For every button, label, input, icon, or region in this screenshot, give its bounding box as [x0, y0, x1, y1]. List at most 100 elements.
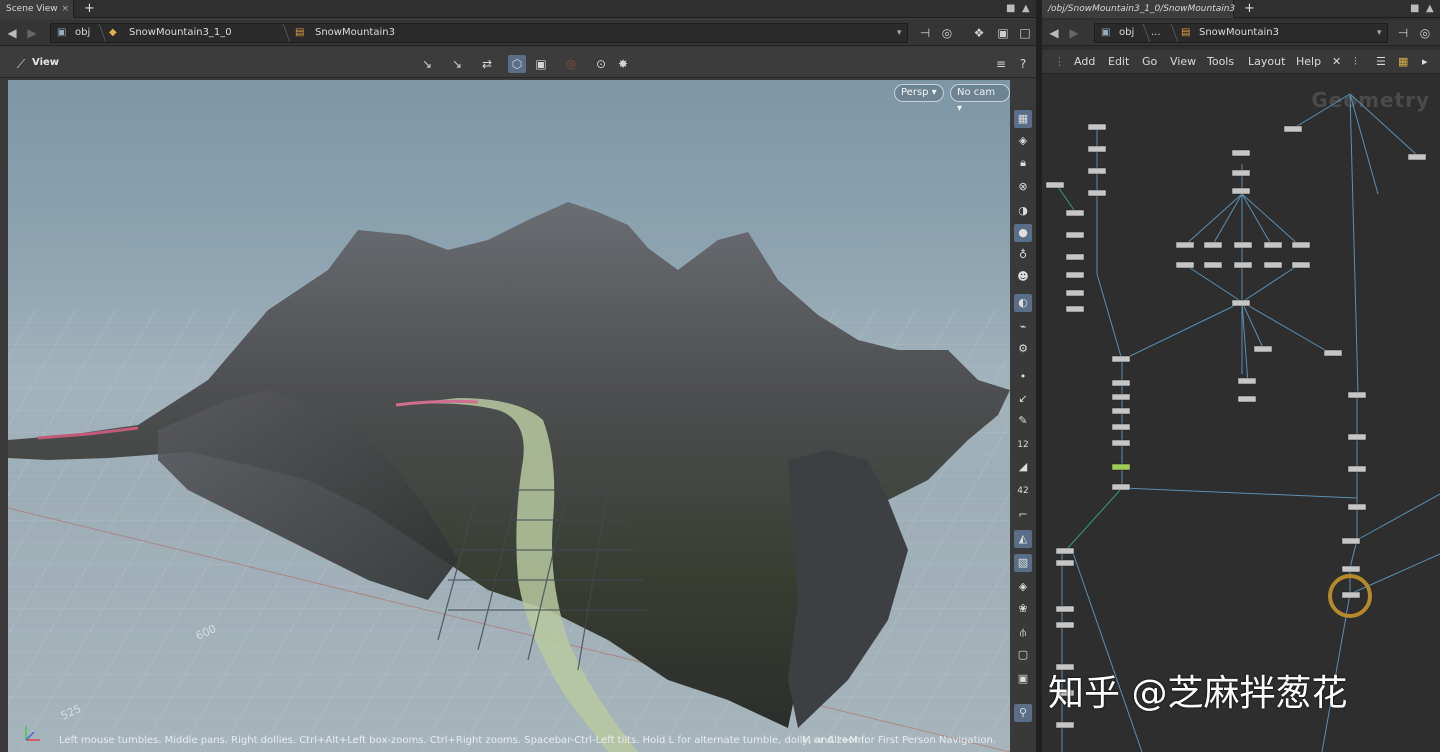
scene-view-tabbar: Scene View × + ■ ▲ [0, 0, 1036, 18]
chevron-down-icon[interactable]: ▾ [1377, 24, 1382, 42]
chevron-down-icon[interactable]: ▾ [897, 24, 902, 42]
camera-path-icon[interactable]: ⌁ [1014, 318, 1032, 336]
snap-icon[interactable]: ⬡ [508, 55, 526, 73]
new-tab-button[interactable]: + [84, 0, 95, 18]
menu-go[interactable]: Go [1142, 54, 1157, 70]
point-icon[interactable]: • [1014, 368, 1032, 386]
watermark: 知乎 @芝麻拌葱花 [1048, 673, 1348, 714]
brush-icon[interactable]: ✎ [1014, 412, 1032, 430]
link-icon[interactable]: ◎ [938, 24, 956, 42]
tree-icon[interactable]: ⫶ [1354, 54, 1357, 70]
wireframe-icon[interactable]: ▦ [1014, 110, 1032, 128]
transform-icon[interactable]: ⇄ [478, 55, 496, 73]
houdini-window: Scene View × + ■ ▲ ◀ ▶ ▣ obj ◆ SnowMount… [0, 0, 1440, 752]
tab-network[interactable]: /obj/SnowMountain3_1_0/SnowMountain3 × [1042, 0, 1235, 32]
menu-edit[interactable]: Edit [1108, 54, 1129, 70]
close-icon[interactable]: × [61, 0, 69, 18]
pin-icon[interactable]: ⊣ [1394, 24, 1412, 42]
crumb-separator [1161, 24, 1179, 42]
menu-tools[interactable]: Tools [1207, 54, 1234, 70]
scene-view-pane: Scene View × + ■ ▲ ◀ ▶ ▣ obj ◆ SnowMount… [0, 0, 1036, 752]
breadcrumb: ▣ obj ◆ SnowMountain3_1_0 ▤ SnowMountain… [50, 23, 908, 43]
crumb-obj[interactable]: obj [1119, 24, 1134, 42]
cubes-icon[interactable]: ❖ [970, 24, 988, 42]
drag-handle-icon[interactable]: ⋮ [1054, 54, 1065, 70]
primitive-icon[interactable]: ◢ [1014, 458, 1032, 476]
wrench-icon[interactable]: ✕ [1332, 54, 1341, 70]
tumble-icon[interactable]: ↘ [448, 55, 466, 73]
menu-add[interactable]: Add [1074, 54, 1095, 70]
view-menu-icon[interactable]: ⟋ [12, 55, 30, 73]
image-icon[interactable]: ▣ [1014, 670, 1032, 688]
network-editor[interactable]: Geometry [1042, 74, 1440, 752]
layer-icon[interactable]: ◈ [1014, 578, 1032, 596]
persp-dropdown[interactable]: Persp ▾ [894, 84, 944, 102]
cam-label: No cam [957, 87, 996, 98]
split-icon[interactable]: ⫛ [1014, 624, 1032, 642]
menu-view[interactable]: View [1170, 54, 1196, 70]
skull-icon[interactable]: ☻ [1014, 268, 1032, 286]
crumb-geo[interactable]: SnowMountain3 [1199, 24, 1279, 42]
geo-icon: ▤ [1181, 27, 1191, 38]
point-light-icon[interactable]: ● [1014, 224, 1032, 242]
grid-icon[interactable]: ▦ [1398, 54, 1408, 70]
crumb-subnet[interactable]: SnowMountain3_1_0 [129, 24, 232, 42]
persp-label: Persp [901, 87, 929, 98]
handle-icon[interactable]: ⚙ [1014, 340, 1032, 358]
camera-icon[interactable]: ⊙ [592, 55, 610, 73]
node-graph [1045, 93, 1440, 752]
lock-icon[interactable]: 🔒︎ [1014, 154, 1032, 172]
help-icon[interactable]: ? [1014, 55, 1032, 73]
network-menubar: ⋮ Add Edit Go View Tools Layout Help ✕ ⫶… [1042, 50, 1440, 74]
camera-dropdown[interactable]: No cam ▾ [950, 84, 1010, 114]
terrain-render: 600 525 [8, 202, 1010, 752]
record-icon[interactable]: ◎ [562, 55, 580, 73]
group-icon[interactable]: ❀ [1014, 600, 1032, 618]
pane-menu-icon[interactable]: ■ [1006, 0, 1015, 18]
3d-viewport[interactable]: 600 525 Persp ▾ No cam ▾ Left mouse tumb… [8, 80, 1010, 752]
pane-menu-icon[interactable]: ■ [1410, 0, 1419, 18]
list-icon[interactable]: ☰ [1376, 54, 1386, 70]
pane-arrow-icon[interactable]: ▲ [1426, 0, 1434, 18]
uv-icon[interactable]: ⌐ [1014, 506, 1032, 524]
forward-arrow-icon[interactable]: ▶ [1066, 24, 1082, 42]
crumb-separator [89, 24, 107, 42]
prim-number-icon[interactable]: 42 [1014, 482, 1032, 500]
shadow-icon[interactable]: ◐ [1014, 294, 1032, 312]
ghost-icon[interactable]: ⊗ [1014, 178, 1032, 196]
tab-scene-view[interactable]: Scene View × [0, 0, 74, 18]
shading-icon[interactable]: ◈ [1014, 132, 1032, 150]
normal-icon[interactable]: ↙ [1014, 390, 1032, 408]
selection-icon[interactable]: ↘ [418, 55, 436, 73]
display-icon[interactable]: ▣ [532, 55, 550, 73]
crumb-geo[interactable]: SnowMountain3 [315, 24, 395, 42]
status-hint-nav: M or Alt+M for First Person Navigation. [802, 735, 996, 746]
point-number-icon[interactable]: 12 [1014, 436, 1032, 454]
settings-icon[interactable]: ≡ [992, 55, 1010, 73]
bulb-icon[interactable]: ♁ [1014, 246, 1032, 264]
pin-icon[interactable]: ⊣ [916, 24, 934, 42]
display-toolbar: ▦ ◈ 🔒︎ ⊗ ◑ ● ♁ ☻ ◐ ⌁ ⚙ • ↙ ✎ 12 ◢ 42 ⌐ ◭… [1012, 106, 1034, 752]
crumb-separator [273, 24, 291, 42]
view-title: View [32, 57, 60, 68]
texture-icon[interactable]: ▧ [1014, 554, 1032, 572]
chevron-right-icon[interactable]: ▸ [1422, 54, 1428, 70]
menu-help[interactable]: Help [1296, 54, 1321, 70]
back-arrow-icon[interactable]: ◀ [4, 24, 20, 42]
menu-layout[interactable]: Layout [1248, 54, 1285, 70]
forward-arrow-icon[interactable]: ▶ [24, 24, 40, 42]
back-arrow-icon[interactable]: ◀ [1046, 24, 1062, 42]
sphere-icon[interactable]: ◑ [1014, 202, 1032, 220]
marker-icon[interactable]: ⚲ [1014, 704, 1032, 722]
pane-arrow-icon[interactable]: ▲ [1022, 0, 1030, 18]
light-icon[interactable]: ✸ [614, 55, 632, 73]
network-tabbar: /obj/SnowMountain3_1_0/SnowMountain3 × +… [1042, 0, 1440, 32]
crumb-obj[interactable]: obj [75, 24, 90, 42]
box-icon[interactable]: ▢ [1014, 646, 1032, 664]
terrain-icon[interactable]: ◭ [1014, 530, 1032, 548]
new-tab-button[interactable]: + [1244, 0, 1255, 18]
crumb-ellipsis[interactable]: ... [1151, 24, 1161, 42]
cube-icon[interactable]: ▣ [994, 24, 1012, 42]
square-icon[interactable]: □ [1016, 24, 1034, 42]
link-icon[interactable]: ◎ [1416, 24, 1434, 42]
